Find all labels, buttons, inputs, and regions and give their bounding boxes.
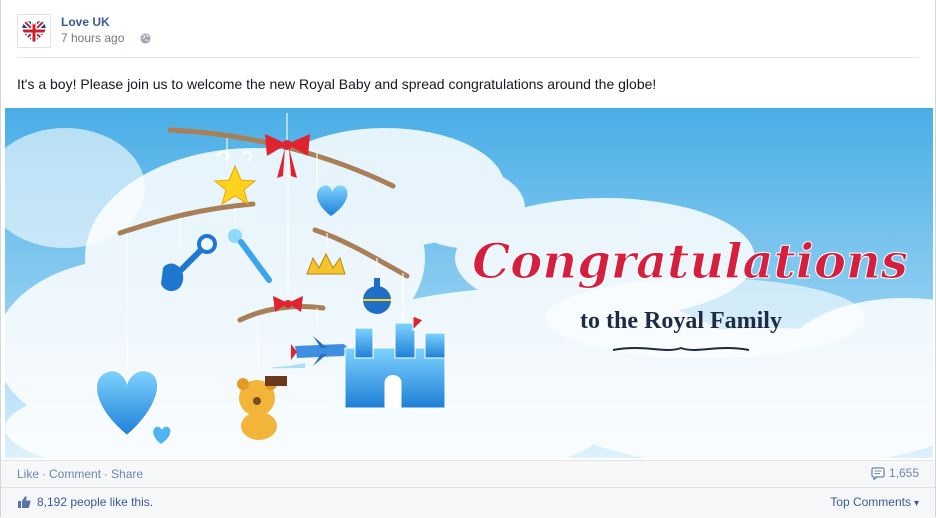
like-suffix: people like this. bbox=[70, 495, 154, 509]
action-links: Like · Comment · Share bbox=[17, 467, 143, 481]
like-summary[interactable]: 8,192 people like this. bbox=[17, 495, 153, 509]
page-name-link[interactable]: Love UK bbox=[61, 15, 110, 29]
top-comments-label: Top Comments bbox=[830, 495, 911, 509]
chevron-down-icon: ▾ bbox=[913, 498, 919, 509]
likes-bar: 8,192 people like this. Top Comments ▾ bbox=[1, 487, 935, 518]
page-avatar[interactable] bbox=[17, 14, 51, 48]
top-comments-dropdown[interactable]: Top Comments ▾ bbox=[830, 495, 919, 509]
royal-baby-illustration: Congratulations to the Royal Family bbox=[5, 108, 933, 458]
like-count: 8,192 bbox=[37, 495, 68, 509]
comment-count-value: 1,655 bbox=[888, 466, 919, 480]
comment-bubble-icon bbox=[871, 467, 885, 481]
comment-link[interactable]: Comment bbox=[49, 467, 101, 481]
share-link[interactable]: Share bbox=[111, 467, 143, 481]
header-divider bbox=[17, 57, 919, 58]
post-message: It's a boy! Please join us to welcome th… bbox=[17, 76, 657, 92]
separator: · bbox=[104, 467, 109, 481]
post-card: Love UK 7 hours ago It's a boy! Please j… bbox=[0, 0, 936, 518]
like-link[interactable]: Like bbox=[17, 467, 39, 481]
comment-count[interactable]: 1,655 bbox=[871, 466, 919, 481]
post-photo[interactable]: Congratulations to the Royal Family bbox=[5, 108, 933, 458]
separator: · bbox=[42, 467, 47, 481]
union-jack-heart-logo bbox=[22, 21, 46, 42]
globe-icon[interactable] bbox=[140, 33, 151, 44]
post-timestamp[interactable]: 7 hours ago bbox=[61, 31, 124, 45]
post-action-bar: Like · Comment · Share 1,655 bbox=[1, 460, 935, 487]
thumbs-up-icon bbox=[18, 496, 31, 508]
royal-family-subline: to the Royal Family bbox=[580, 308, 782, 334]
congratulations-headline: Congratulations bbox=[472, 234, 908, 290]
